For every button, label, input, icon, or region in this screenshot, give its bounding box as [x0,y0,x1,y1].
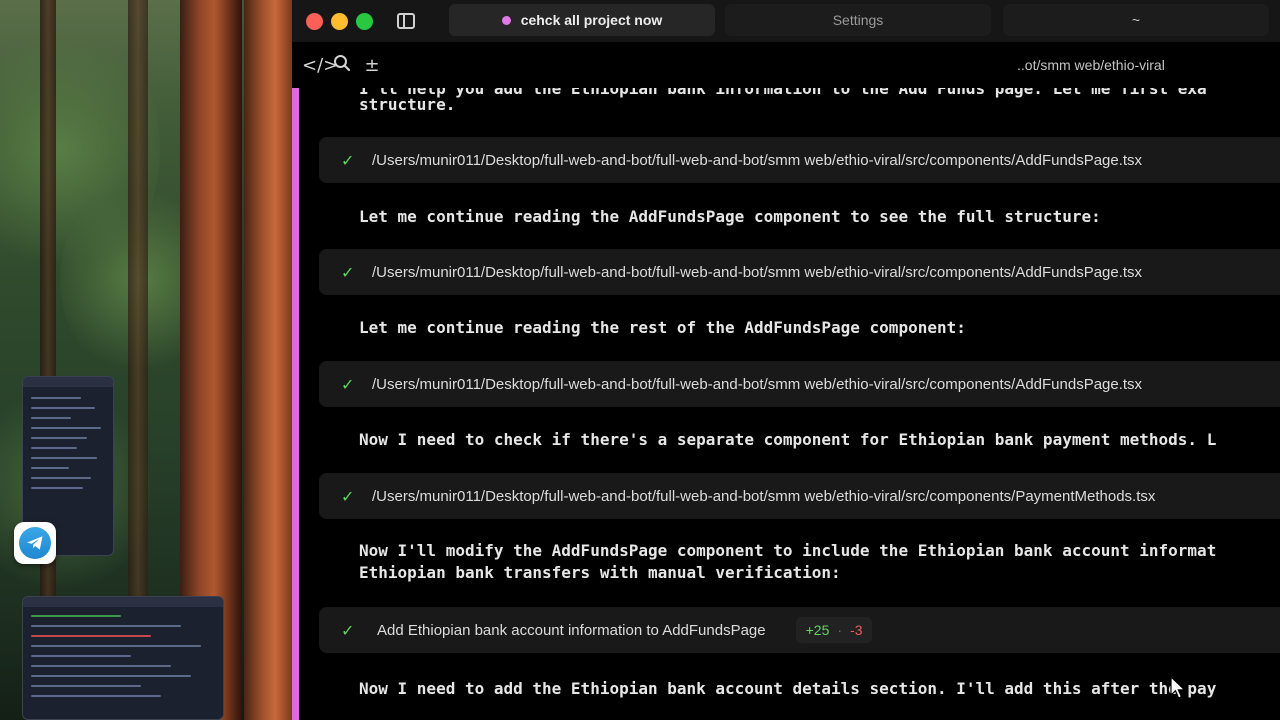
session-status-dot [501,15,511,25]
session-accent-bar [292,88,299,720]
tab-label: ~ [1131,12,1141,28]
tool-call-read-file[interactable]: ✓ /Users/munir011/Desktop/full-web-and-b… [319,473,1280,519]
assistant-message: Now I'll modify the AddFundsPage compone… [359,541,1217,560]
maximize-window-button[interactable] [356,12,373,30]
assistant-message: I'll help you add the Ethiopian bank inf… [359,88,1207,98]
diff-deletions: -3 [850,622,863,638]
tool-call-read-file[interactable]: ✓ /Users/munir011/Desktop/full-web-and-b… [319,361,1280,407]
assistant-message: Let me continue reading the rest of the … [359,318,966,337]
tab-label: cehck all project now [520,12,663,28]
tool-call-path: /Users/munir011/Desktop/full-web-and-bot… [372,151,1143,169]
edit-description: Add Ethiopian bank account information t… [377,621,766,639]
tool-call-path: /Users/munir011/Desktop/full-web-and-bot… [372,375,1143,393]
diff-stats-badge: +25 · -3 [795,617,873,643]
code-icon[interactable]: </> [302,55,338,76]
assistant-message: Ethiopian bank transfers with manual ver… [359,563,841,582]
terminal-app-window: cehck all project now Settings ~ </> ± .… [292,0,1280,720]
assistant-message: Now I need to check if there's a separat… [359,430,1217,449]
tool-call-read-file[interactable]: ✓ /Users/munir011/Desktop/full-web-and-b… [319,249,1280,295]
sidebar-toggle-icon[interactable] [397,13,415,29]
check-icon: ✓ [341,150,355,170]
diff-additions: +25 [805,622,830,638]
check-icon: ✓ [341,374,355,394]
background-window-thumbnail[interactable] [22,596,224,720]
assistant-message: structure. [359,95,456,114]
telegram-icon [19,527,51,559]
close-window-button[interactable] [306,12,323,30]
title-bar: cehck all project now Settings ~ [292,0,1280,42]
working-directory-path: ..ot/smm web/ethio-viral [1017,57,1165,73]
toolbar: </> ± ..ot/smm web/ethio-viral [292,42,1280,88]
assistant-message: Let me continue reading the AddFundsPage… [359,207,1101,226]
desktop-background [0,0,292,720]
plus-minus-icon[interactable]: ± [362,55,382,76]
tab-chat-session[interactable]: cehck all project now [449,4,715,36]
search-icon[interactable] [332,54,352,77]
tool-call-path: /Users/munir011/Desktop/full-web-and-bot… [372,487,1156,505]
conversation-panel[interactable]: I'll help you add the Ethiopian bank inf… [299,88,1280,720]
tab-label: Settings [832,12,884,28]
tab-settings[interactable]: Settings [725,4,991,36]
tab-home-directory[interactable]: ~ [1003,4,1269,36]
check-icon: ✓ [341,620,355,640]
telegram-app-icon[interactable] [14,522,56,564]
window-controls [306,12,373,30]
diff-separator: · [837,622,843,638]
check-icon: ✓ [341,486,355,506]
tree-trunk [244,0,292,720]
tool-call-read-file[interactable]: ✓ /Users/munir011/Desktop/full-web-and-b… [319,137,1280,183]
tool-call-edit-file[interactable]: ✓ Add Ethiopian bank account information… [319,607,1280,653]
minimize-window-button[interactable] [331,12,348,30]
tool-call-path: /Users/munir011/Desktop/full-web-and-bot… [372,263,1143,281]
assistant-message: Now I need to add the Ethiopian bank acc… [359,679,1217,698]
check-icon: ✓ [341,262,355,282]
